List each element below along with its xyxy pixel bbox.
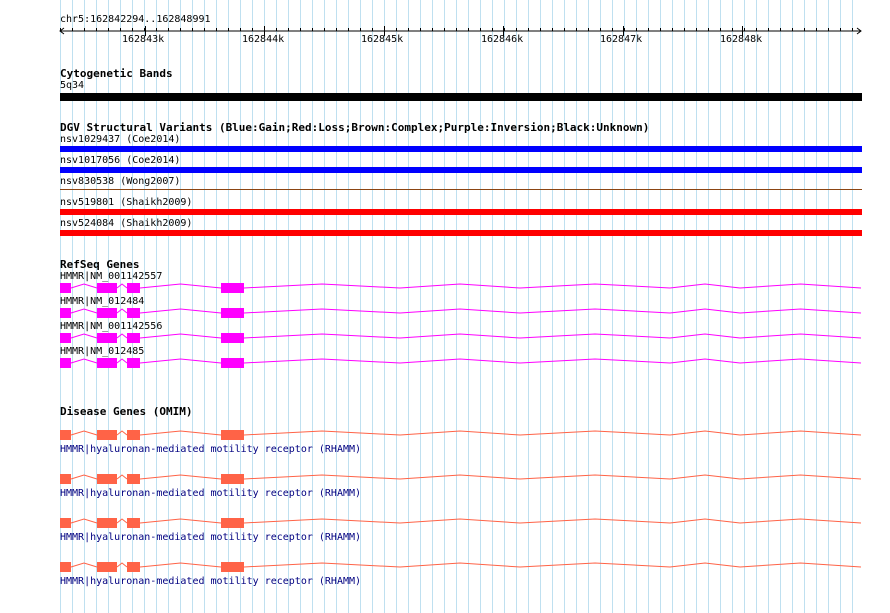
exon-box bbox=[60, 562, 71, 572]
exon-box bbox=[127, 562, 140, 572]
intron-line bbox=[399, 562, 521, 568]
exon-box bbox=[221, 562, 244, 572]
intron-line bbox=[139, 562, 222, 568]
exon-box bbox=[97, 562, 117, 572]
intron-line bbox=[116, 562, 128, 568]
intron-line bbox=[669, 562, 741, 568]
intron-line bbox=[70, 562, 98, 568]
intron-line bbox=[243, 562, 401, 568]
intron-line bbox=[739, 562, 862, 568]
omim-gene-model[interactable] bbox=[0, 0, 890, 613]
intron-line bbox=[519, 562, 671, 568]
omim-gene-label[interactable]: HMMR|hyaluronan-mediated motility recept… bbox=[60, 576, 361, 587]
